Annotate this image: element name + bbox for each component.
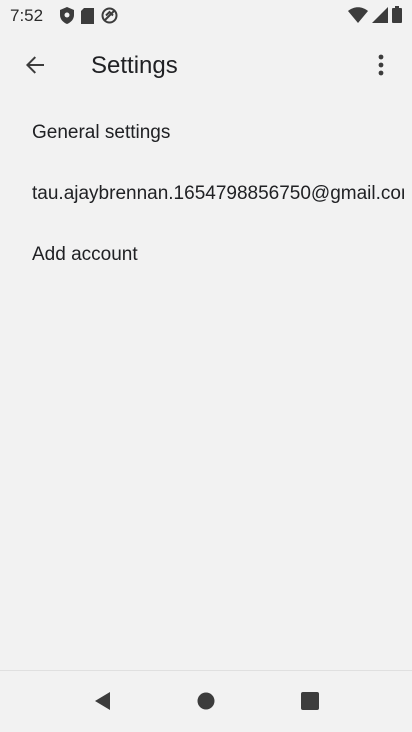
sd-card-icon — [81, 7, 94, 29]
status-left-icons — [60, 7, 118, 29]
more-vert-icon — [378, 54, 384, 81]
back-button[interactable] — [14, 46, 56, 88]
page-title: Settings — [91, 52, 178, 79]
nav-recents-button[interactable] — [290, 683, 330, 723]
status-right-icons — [348, 6, 402, 28]
nav-back-button[interactable] — [82, 683, 122, 723]
settings-screen: 7:52 Settings General settings tau.ajayb… — [0, 0, 412, 732]
back-triangle-icon — [93, 691, 111, 716]
battery-icon — [392, 6, 402, 28]
status-bar: 7:52 — [0, 0, 412, 32]
sync-icon — [101, 7, 118, 29]
settings-item-label: Add account — [32, 243, 138, 265]
shield-icon — [60, 7, 74, 29]
recents-square-icon — [301, 691, 319, 715]
settings-item-general[interactable]: General settings — [0, 102, 412, 163]
arrow-back-icon — [25, 55, 45, 80]
settings-list: General settings tau.ajaybrennan.1654798… — [0, 102, 412, 285]
system-nav-bar — [0, 670, 412, 732]
overflow-menu-button[interactable] — [360, 46, 402, 88]
status-time: 7:52 — [10, 6, 44, 25]
nav-home-button[interactable] — [186, 683, 226, 723]
settings-item-label: General settings — [32, 121, 171, 143]
home-circle-icon — [197, 692, 215, 715]
wifi-icon — [348, 6, 368, 28]
app-toolbar: Settings — [0, 32, 412, 100]
settings-item-add-account[interactable]: Add account — [0, 224, 412, 285]
settings-item-label: tau.ajaybrennan.1654798856750@gmail.com — [32, 182, 404, 204]
cellular-signal-icon — [372, 6, 388, 28]
settings-item-account[interactable]: tau.ajaybrennan.1654798856750@gmail.com — [0, 163, 412, 224]
